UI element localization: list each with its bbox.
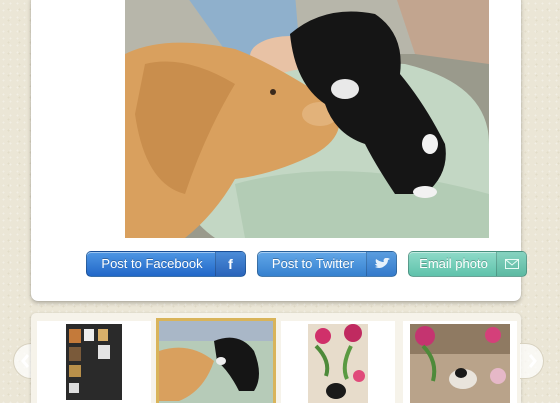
thumbnail-flowers-room[interactable] xyxy=(403,321,517,403)
chevron-right-icon xyxy=(528,354,537,368)
next-arrow-button[interactable] xyxy=(520,343,544,379)
twitter-bird-icon xyxy=(366,252,396,276)
thumbnail-app-screenshot-image xyxy=(37,321,151,403)
post-to-twitter-label: Post to Twitter xyxy=(271,256,355,271)
main-photo-image xyxy=(125,0,489,238)
thumbnail-dog-kitten[interactable] xyxy=(156,318,276,403)
post-to-twitter-button[interactable]: Post to Twitter xyxy=(257,251,397,277)
thumbnail-app-screenshot[interactable] xyxy=(37,321,151,403)
envelope-icon xyxy=(496,252,526,276)
post-to-facebook-label: Post to Facebook xyxy=(101,256,203,271)
facebook-icon-glyph: f xyxy=(228,256,233,272)
chevron-left-icon xyxy=(20,354,29,368)
thumbnail-dog-kitten-image xyxy=(159,321,273,403)
thumbnail-flowers-kitten-image xyxy=(281,321,395,403)
thumbnail-flowers-kitten[interactable] xyxy=(281,321,395,403)
thumbnail-strip xyxy=(31,313,521,403)
photo-card: Post to Facebook f Post to Twitter Email… xyxy=(31,0,527,301)
post-to-facebook-button[interactable]: Post to Facebook f xyxy=(86,251,246,277)
facebook-icon: f xyxy=(215,252,245,276)
email-photo-label: Email photo xyxy=(419,256,488,271)
thumbnail-flowers-room-image xyxy=(403,321,517,403)
main-photo xyxy=(125,0,489,238)
email-photo-button[interactable]: Email photo xyxy=(408,251,527,277)
